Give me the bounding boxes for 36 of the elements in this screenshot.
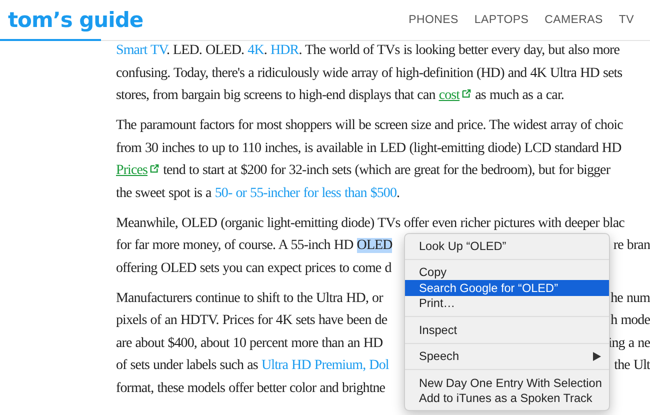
menu-item[interactable]: Speech (405, 348, 609, 364)
article-text-line: are about $400, about 10 percent more than an HD (116, 336, 383, 352)
article-text-fragment: the Ult (614, 358, 650, 374)
article-text-line: Meanwhile, OLED (organic light-emitting diode) TVs offer even richer pictures with deeper blac (116, 216, 624, 232)
article-text-line: Manufacturers continue to shift to the Ultra HD, or (116, 290, 383, 307)
menu-item[interactable]: Print… (405, 296, 609, 311)
text-link[interactable]: cost (438, 88, 460, 104)
article-text-line: from 30 inches to up to 110 inches, is available in LED (light-emitting diode) LCD standard HD (116, 140, 622, 157)
menu-item[interactable]: New Day One Entry With Selection (405, 375, 609, 390)
menu-item[interactable]: Copy (405, 264, 609, 280)
article-text-line: pixels of an HDTV. Prices for 4K sets have been de (116, 313, 388, 330)
article-text-line: for far more money, of course. A 55-inch HD OLED (116, 238, 392, 254)
article-text-line: of sets under labels such as Ultra HD Premium, Dol (116, 358, 389, 374)
article-text-line: confusing. Today, there's a ridiculously wide array of high-definition (HD) and 4K Ultra HD sets (116, 66, 622, 82)
article-text-line: Smart TV. LED. OLED. 4K. HDR. The world of TVs is looking better every day, but also more (116, 43, 620, 60)
article-text-fragment: h mode (610, 313, 650, 330)
selected-text: OLED (356, 238, 392, 254)
article-text-line: the sweet spot is a 50- or 55-incher for less than $500. (116, 186, 400, 202)
article-text-line: stores, from bargain big screens to high-end displays that can cost as much as a car. (116, 88, 564, 104)
text-link[interactable]: Prices (116, 163, 148, 178)
nav-link[interactable]: PHONES (408, 14, 458, 26)
article-text-fragment: re bran (613, 238, 650, 254)
menu-item[interactable]: Add to iTunes as a Spoken Track (405, 390, 609, 406)
menu-item[interactable]: Search Google for “OLED” (405, 280, 609, 296)
article-text-fragment: he num (610, 290, 650, 307)
external-link-icon (462, 89, 471, 98)
article-text-line: offering OLED sets you can expect prices to come d (116, 260, 392, 277)
external-link-icon (150, 164, 159, 174)
article-text-line: format, these models offer better color and brightne (116, 380, 386, 397)
article-text-line: Prices tend to start at $200 for 32-inch sets (which are great for the bedroom), but for bigger (116, 163, 610, 180)
menu-item[interactable]: Look Up “OLED” (405, 238, 609, 254)
menu-item[interactable]: Inspect (405, 322, 609, 338)
nav-link[interactable]: LAPTOPS (474, 14, 529, 26)
nav-link[interactable]: TV (618, 14, 634, 26)
article-text-line: The paramount factors for most shoppers will be screen size and price. The widest array of choic (116, 118, 623, 134)
nav-link[interactable]: CAMERAS (544, 14, 603, 26)
